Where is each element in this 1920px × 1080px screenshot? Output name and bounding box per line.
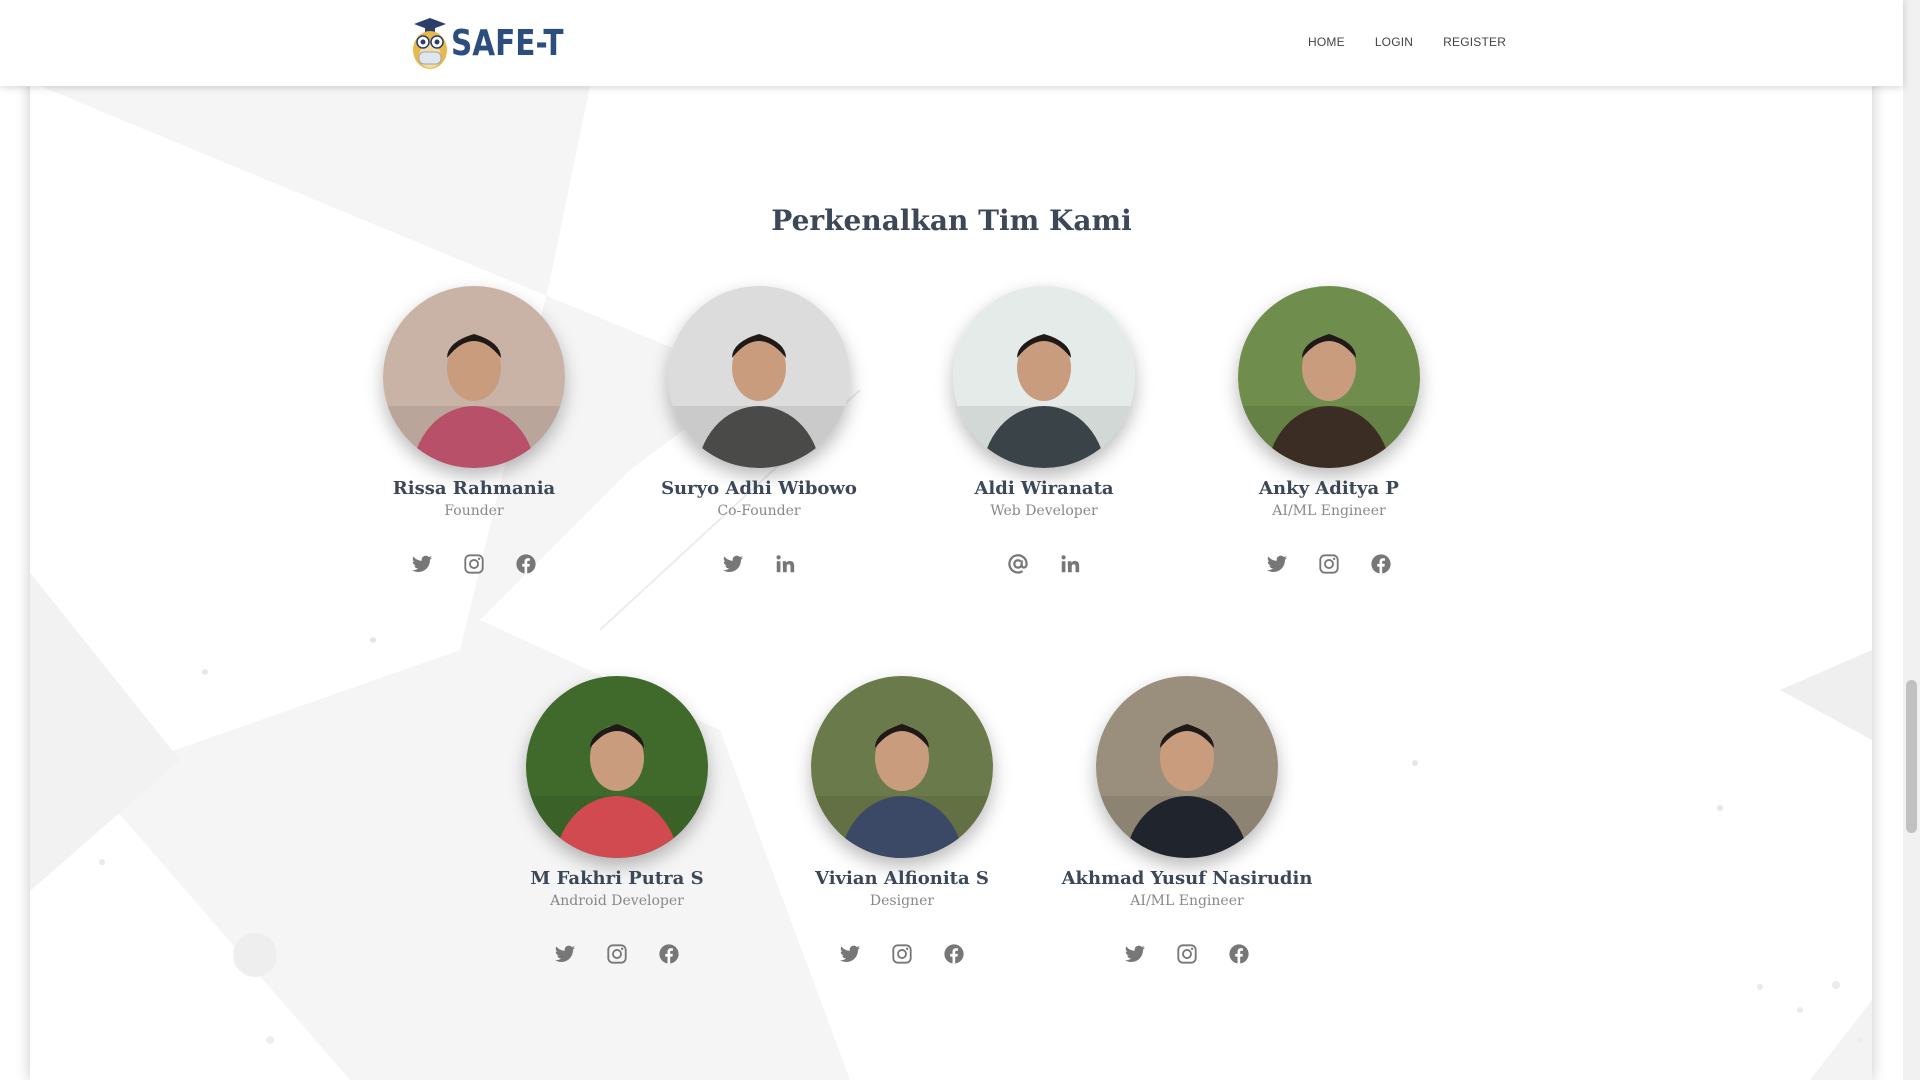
twitter-icon[interactable] [554, 943, 576, 965]
member-role: Designer [869, 893, 935, 909]
nav-login-link[interactable]: LOGIN [1375, 35, 1413, 49]
scrollbar-thumb[interactable] [1906, 680, 1917, 833]
instagram-icon[interactable] [891, 943, 913, 965]
member-role: AI/ML Engineer [1272, 503, 1386, 519]
social-links [762, 943, 1042, 965]
member-role: AI/ML Engineer [1130, 893, 1244, 909]
avatar [953, 286, 1135, 468]
instagram-icon[interactable] [1318, 553, 1340, 575]
scrollbar[interactable] [1903, 0, 1920, 1080]
twitter-icon[interactable] [411, 553, 433, 575]
member-name: M Fakhri Putra S [530, 868, 704, 889]
avatar [811, 676, 993, 858]
team-member-card: Rissa Rahmania Founder [334, 286, 614, 575]
facebook-icon[interactable] [1370, 553, 1392, 575]
avatar [383, 286, 565, 468]
social-links [1047, 943, 1327, 965]
social-links [334, 553, 614, 575]
avatar-photo [383, 286, 565, 468]
avatar-photo [1096, 676, 1278, 858]
section-title: Perkenalkan Tim Kami [771, 204, 1132, 237]
avatar-photo [526, 676, 708, 858]
linkedin-icon[interactable] [774, 553, 796, 575]
member-name: Aldi Wiranata [974, 478, 1114, 499]
avatar-photo [668, 286, 850, 468]
team-member-card: Suryo Adhi Wibowo Co-Founder [619, 286, 899, 575]
member-role: Founder [444, 503, 504, 519]
instagram-icon[interactable] [1176, 943, 1198, 965]
logo-text: SAFE-T [451, 22, 564, 64]
member-name: Suryo Adhi Wibowo [661, 478, 857, 499]
twitter-icon[interactable] [1124, 943, 1146, 965]
nav-home-link[interactable]: HOME [1308, 35, 1345, 49]
member-name: Vivian Alfionita S [815, 868, 989, 889]
email-at-icon[interactable] [1007, 553, 1029, 575]
facebook-icon[interactable] [943, 943, 965, 965]
header-navbar: SAFE-T HOME LOGIN REGISTER [0, 0, 1903, 86]
social-links [1189, 553, 1469, 575]
member-role: Co-Founder [717, 503, 801, 519]
social-links [477, 943, 757, 965]
facebook-icon[interactable] [1228, 943, 1250, 965]
member-role: Web Developer [990, 503, 1098, 519]
instagram-icon[interactable] [606, 943, 628, 965]
team-member-card: Akhmad Yusuf Nasirudin AI/ML Engineer [1047, 676, 1327, 965]
avatar-photo [811, 676, 993, 858]
main-nav: HOME LOGIN REGISTER [1308, 35, 1536, 49]
instagram-icon[interactable] [463, 553, 485, 575]
logo[interactable]: SAFE-T [411, 16, 588, 70]
social-links [619, 553, 899, 575]
member-role: Android Developer [550, 893, 684, 909]
team-member-card: Vivian Alfionita S Designer [762, 676, 1042, 965]
facebook-icon[interactable] [515, 553, 537, 575]
twitter-icon[interactable] [839, 943, 861, 965]
twitter-icon[interactable] [722, 553, 744, 575]
linkedin-icon[interactable] [1059, 553, 1081, 575]
twitter-icon[interactable] [1266, 553, 1288, 575]
member-name: Anky Aditya P [1259, 478, 1399, 499]
social-links [904, 553, 1184, 575]
avatar [668, 286, 850, 468]
avatar [1096, 676, 1278, 858]
team-member-card: Aldi Wiranata Web Developer [904, 286, 1184, 575]
nav-register-link[interactable]: REGISTER [1443, 35, 1506, 49]
owl-mascot-icon [413, 18, 447, 69]
member-name: Rissa Rahmania [392, 478, 556, 499]
member-name: Akhmad Yusuf Nasirudin [1061, 868, 1313, 889]
avatar-photo [953, 286, 1135, 468]
avatar [526, 676, 708, 858]
avatar [1238, 286, 1420, 468]
team-member-card: M Fakhri Putra S Android Developer [477, 676, 757, 965]
facebook-icon[interactable] [658, 943, 680, 965]
avatar-photo [1238, 286, 1420, 468]
team-member-card: Anky Aditya P AI/ML Engineer [1189, 286, 1469, 575]
